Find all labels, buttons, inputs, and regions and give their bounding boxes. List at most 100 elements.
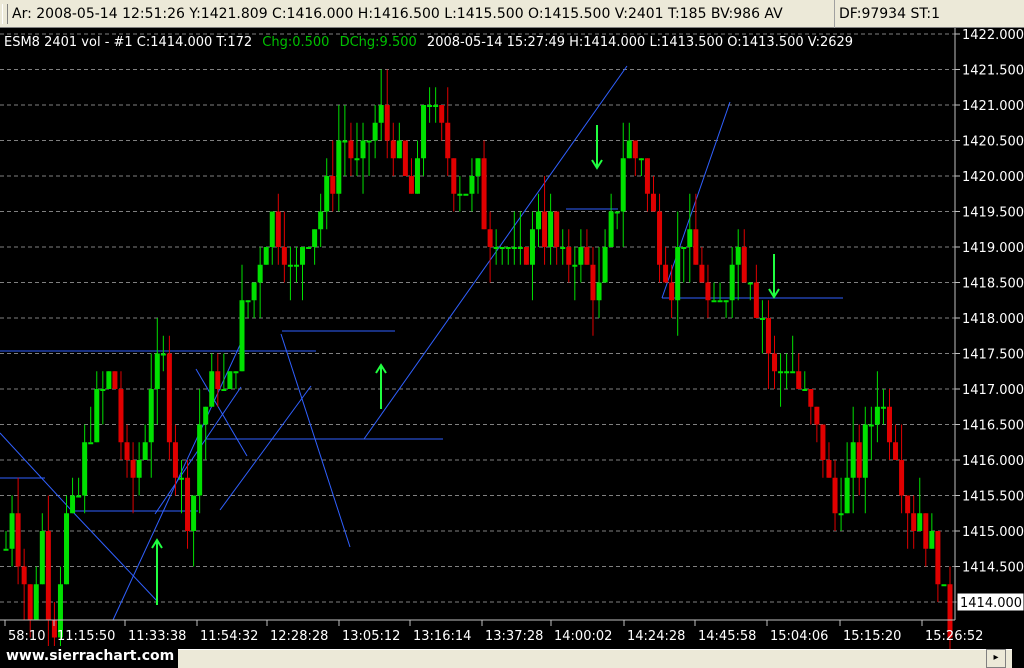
chart-header-symbol: ESM8 2401 vol - #1 C:1414.000 T:172 — [4, 35, 252, 50]
price-bar — [3, 548, 9, 551]
price-bar — [778, 371, 784, 374]
price-tick-label: 1422.000 — [962, 28, 1024, 43]
price-bar — [88, 442, 94, 445]
price-bar — [935, 531, 941, 585]
price-bar — [21, 566, 27, 585]
price-bar — [185, 477, 191, 531]
price-bar — [826, 460, 832, 478]
price-bar — [306, 247, 312, 249]
price-bar — [15, 513, 21, 567]
price-bar — [650, 193, 656, 212]
price-bar — [844, 477, 850, 514]
time-tick-label: 11:33:38 — [128, 629, 186, 644]
price-bar — [699, 264, 705, 283]
price-bar — [421, 105, 427, 159]
price-bar — [197, 424, 203, 496]
time-tick-label: 11:54:32 — [200, 629, 258, 644]
price-bar — [941, 584, 947, 587]
price-bar — [451, 158, 457, 194]
price-bar — [94, 389, 100, 443]
price-bar — [233, 371, 239, 374]
price-bar — [239, 300, 245, 372]
price-bar — [929, 531, 935, 549]
trendline — [0, 432, 73, 512]
price-bar — [221, 389, 227, 391]
price-bar — [100, 389, 106, 391]
price-bar — [330, 176, 336, 194]
price-bar — [505, 247, 511, 249]
price-bar — [578, 247, 584, 265]
info-bar-status: DF:97934 ST:1 — [834, 0, 1024, 28]
price-bar — [868, 424, 874, 427]
price-bar — [753, 282, 759, 318]
price-bar — [215, 371, 221, 389]
price-bar — [542, 211, 548, 247]
price-bar — [33, 584, 39, 620]
price-bar — [178, 477, 184, 480]
price-tick-label: 1416.000 — [962, 454, 1024, 469]
price-bar — [741, 247, 747, 283]
price-bar — [166, 353, 172, 443]
price-bar — [923, 513, 929, 549]
price-bar — [911, 513, 917, 531]
price-bar — [463, 193, 469, 196]
current-price-label: 1414.000 — [960, 596, 1022, 611]
time-tick-label: 14:24:28 — [627, 629, 685, 644]
price-bar — [638, 158, 644, 161]
price-bar — [517, 247, 523, 249]
price-bar — [263, 247, 269, 265]
scroll-right-arrow-icon[interactable]: ▸ — [986, 649, 1006, 668]
price-bar — [596, 282, 602, 301]
price-bar — [142, 442, 148, 460]
horizontal-scrollbar[interactable] — [178, 649, 1012, 668]
price-bar — [814, 406, 820, 425]
price-bar — [130, 460, 136, 478]
price-bar — [106, 371, 112, 389]
info-bar: Ar: 2008-05-14 12:51:26 Y:1421.809 C:141… — [0, 0, 1024, 28]
time-tick-label: 12:28:28 — [270, 629, 328, 644]
price-bar — [784, 371, 790, 374]
price-bar — [324, 176, 330, 212]
price-bar — [608, 211, 614, 247]
price-bar — [136, 460, 142, 478]
trendline — [219, 385, 312, 511]
price-bar — [390, 140, 396, 159]
time-tick-label: 58:10 — [8, 629, 45, 644]
price-bar — [384, 105, 390, 141]
price-bar — [457, 193, 463, 196]
price-bar — [620, 158, 626, 212]
price-chart[interactable]: 1422.000 1421.500 1421.000 1420.500 1420.000… — [0, 28, 1024, 668]
price-bars — [3, 69, 953, 668]
price-bar — [366, 140, 372, 143]
price-bar — [209, 371, 215, 407]
price-bar — [681, 247, 687, 249]
price-bar — [172, 442, 178, 478]
time-tick-label: 14:45:58 — [698, 629, 756, 644]
chart-grid — [0, 33, 955, 603]
price-tick-label: 1415.500 — [962, 490, 1024, 505]
price-bar — [439, 105, 445, 123]
price-bar — [469, 176, 475, 194]
price-bar — [729, 264, 735, 301]
price-bar — [856, 442, 862, 478]
price-bar — [693, 229, 699, 265]
price-bar — [717, 300, 723, 303]
price-bar — [348, 140, 354, 159]
price-bar — [905, 495, 911, 514]
price-bar — [378, 105, 384, 123]
price-bar — [281, 247, 287, 265]
time-tick-label: 13:37:28 — [485, 629, 543, 644]
price-bar — [663, 264, 669, 283]
price-bar — [523, 247, 529, 265]
price-bar — [354, 158, 360, 161]
price-bar — [602, 247, 608, 283]
price-tick-label: 1416.500 — [962, 419, 1024, 434]
price-bar — [548, 211, 554, 247]
price-bar — [82, 442, 88, 496]
price-bar — [360, 140, 366, 159]
price-bar — [711, 300, 717, 303]
price-bar — [765, 318, 771, 354]
trendline — [280, 333, 351, 548]
price-bar — [675, 247, 681, 301]
price-bar — [529, 229, 535, 265]
